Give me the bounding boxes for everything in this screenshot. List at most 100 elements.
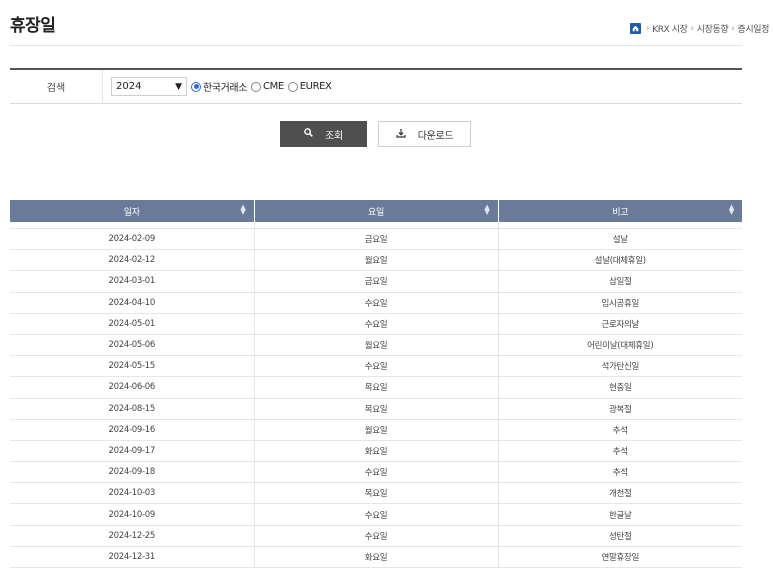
cell-note: 연말휴장일 [498,546,742,569]
cell-weekday: 금요일 [254,228,499,251]
column-header-label: 일자 [123,207,140,218]
table-row: 2024-04-10 수요일 임시공휴일 [10,292,742,314]
column-header-weekday[interactable]: 요일 ▲ ▼ [254,200,499,222]
holiday-table: 일자 ▲ ▼ 요일 ▲ ▼ 비고 ▲ ▼ 2024-02-09 금요일 설날 2024-02… [10,200,742,569]
table-row: 2024-09-18 수요일 추석 [10,461,742,484]
table-row: 2024-10-03 목요일 개천절 [10,482,742,505]
chevron-right-icon: › [731,23,735,34]
table-row: 2024-05-01 수요일 근로자의날 [10,313,742,335]
home-icon[interactable] [629,23,641,34]
search-icon [304,128,313,140]
cell-date: 2024-05-01 [10,313,255,335]
cell-weekday: 수요일 [254,355,499,378]
cell-date: 2024-05-06 [10,334,255,357]
cell-weekday: 월요일 [254,249,499,272]
cell-date: 2024-12-31 [10,546,255,569]
cell-date: 2024-03-01 [10,270,255,293]
table-row: 2024-02-09 금요일 설날 [10,228,742,251]
cell-date: 2024-10-09 [10,503,255,526]
cell-date: 2024-04-10 [10,292,255,314]
table-row: 2024-12-25 수요일 성탄절 [10,525,742,547]
cell-weekday: 수요일 [254,525,499,547]
cell-date: 2024-12-25 [10,525,255,547]
column-header-date[interactable]: 일자 ▲ ▼ [10,200,255,222]
cell-date: 2024-02-09 [10,228,255,251]
chevron-right-icon: › [645,23,650,34]
table-row: 2024-12-31 화요일 연말휴장일 [10,546,742,569]
table-row: 2024-06-06 목요일 현충일 [10,376,742,399]
table-row: 2024-10-09 수요일 한글날 [10,503,742,526]
breadcrumb-item-current: 증시일정 [737,25,769,35]
table-row: 2024-09-16 월요일 추석 [10,419,742,441]
cell-note: 추석 [498,440,742,463]
cell-date: 2024-02-12 [10,249,255,272]
cell-date: 2024-09-16 [10,419,255,441]
search-button[interactable]: 조회 [280,121,367,147]
cell-weekday: 금요일 [254,270,499,293]
column-header-note[interactable]: 비고 ▲ ▼ [498,200,742,222]
breadcrumb-item[interactable]: 시장동향 [697,22,729,35]
cell-weekday: 목요일 [254,398,499,420]
radio-cme[interactable] [251,81,262,92]
sort-icon[interactable]: ▲ ▼ [484,204,489,216]
column-header-label: 비고 [612,207,629,218]
cell-note: 설날 [498,228,742,251]
table-row: 2024-08-15 목요일 광복절 [10,398,742,420]
cell-note: 개천절 [498,482,742,505]
download-icon [396,128,406,141]
radio-krx-label[interactable]: 한국거래소 [203,79,247,94]
cell-note: 한글날 [498,503,742,526]
cell-note: 광복절 [498,398,742,420]
cell-weekday: 화요일 [254,546,499,569]
cell-weekday: 월요일 [254,334,499,357]
table-row: 2024-03-01 금요일 삼일절 [10,270,742,293]
table-row: 2024-02-12 월요일 설날(대체휴일) [10,249,742,272]
radio-cme-label[interactable]: CME [263,81,284,92]
cell-weekday: 목요일 [254,482,499,505]
sort-icon[interactable]: ▲ ▼ [240,204,245,216]
cell-date: 2024-09-18 [10,461,255,484]
radio-eurex-label[interactable]: EUREX [300,81,332,92]
cell-note: 추석 [498,461,742,484]
cell-date: 2024-06-06 [10,376,255,399]
search-label: 검색 [10,70,103,103]
cell-note: 추석 [498,419,742,441]
cell-note: 어린이날(대체휴일) [498,334,742,357]
cell-note: 설날(대체휴일) [498,249,742,272]
download-button[interactable]: 다운로드 [378,121,471,147]
chevron-right-icon: › [690,23,695,34]
radio-eurex[interactable] [287,81,298,92]
chevron-down-icon: ▼ [175,81,182,92]
cell-note: 석가탄신일 [498,355,742,378]
search-controls: 2024 ▼ 한국거래소 CME EUREX [103,70,332,103]
cell-note: 임시공휴일 [498,292,742,314]
cell-weekday: 수요일 [254,503,499,526]
cell-date: 2024-05-15 [10,355,255,378]
title-divider [10,45,742,46]
radio-krx[interactable] [191,81,201,92]
cell-note: 삼일절 [498,270,742,293]
cell-weekday: 수요일 [254,292,499,314]
sort-icon[interactable]: ▲ ▼ [729,204,734,216]
breadcrumb: › KRX 시장 › 시장동향 › 증시일정 [629,22,769,35]
table-row: 2024-05-15 수요일 석가탄신일 [10,355,742,378]
page-title: 휴장일 [10,16,56,36]
cell-note: 성탄절 [498,525,742,547]
cell-weekday: 월요일 [254,419,499,441]
column-header-label: 요일 [368,207,384,218]
year-select[interactable]: 2024 ▼ [111,77,187,96]
cell-weekday: 수요일 [254,461,499,484]
cell-note: 근로자의날 [498,313,742,335]
year-select-value: 2024 [116,81,142,92]
search-button-label: 조회 [325,130,343,142]
cell-date: 2024-09-17 [10,440,255,463]
cell-weekday: 목요일 [254,376,499,399]
breadcrumb-item[interactable]: KRX 시장 [652,22,688,35]
cell-date: 2024-08-15 [10,398,255,420]
download-button-label: 다운로드 [417,130,454,142]
cell-weekday: 수요일 [254,313,499,335]
cell-note: 현충일 [498,376,742,399]
cell-date: 2024-10-03 [10,482,255,505]
cell-weekday: 화요일 [254,440,499,463]
table-row: 2024-09-17 화요일 추석 [10,440,742,463]
